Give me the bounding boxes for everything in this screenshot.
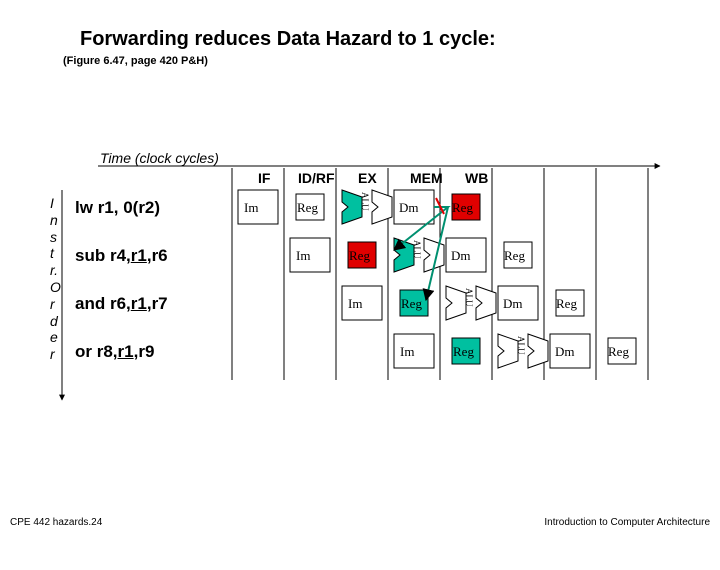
svg-text:Dm: Dm xyxy=(503,296,523,311)
svg-text:Im: Im xyxy=(348,296,362,311)
svg-text:Im: Im xyxy=(400,344,414,359)
pipeline-diagram: Im Reg Dm Reg Im Reg Dm Reg Im Reg Dm Re… xyxy=(0,150,720,570)
svg-text:Reg: Reg xyxy=(452,200,473,215)
svg-text:Dm: Dm xyxy=(555,344,575,359)
row-4 xyxy=(394,334,636,368)
svg-text:Reg: Reg xyxy=(297,200,318,215)
svg-text:ALU: ALU xyxy=(412,240,422,259)
svg-text:Dm: Dm xyxy=(451,248,471,263)
svg-text:Im: Im xyxy=(244,200,258,215)
page-subtitle: (Figure 6.47, page 420 P&H) xyxy=(63,55,208,67)
svg-text:Reg: Reg xyxy=(349,248,370,263)
svg-text:Reg: Reg xyxy=(556,296,577,311)
svg-text:ALU: ALU xyxy=(360,192,370,211)
row-3 xyxy=(342,286,584,320)
footer-left: CPE 442 hazards.24 xyxy=(10,517,102,528)
footer-right: Introduction to Computer Architecture xyxy=(544,517,710,528)
page-title: Forwarding reduces Data Hazard to 1 cycl… xyxy=(80,28,496,51)
svg-text:Reg: Reg xyxy=(504,248,525,263)
svg-text:Reg: Reg xyxy=(453,344,474,359)
row-2 xyxy=(290,238,532,272)
svg-text:Dm: Dm xyxy=(399,200,419,215)
svg-text:ALU: ALU xyxy=(464,288,474,307)
svg-text:Reg: Reg xyxy=(608,344,629,359)
svg-text:ALU: ALU xyxy=(516,336,526,355)
svg-text:Reg: Reg xyxy=(401,296,422,311)
svg-text:Im: Im xyxy=(296,248,310,263)
